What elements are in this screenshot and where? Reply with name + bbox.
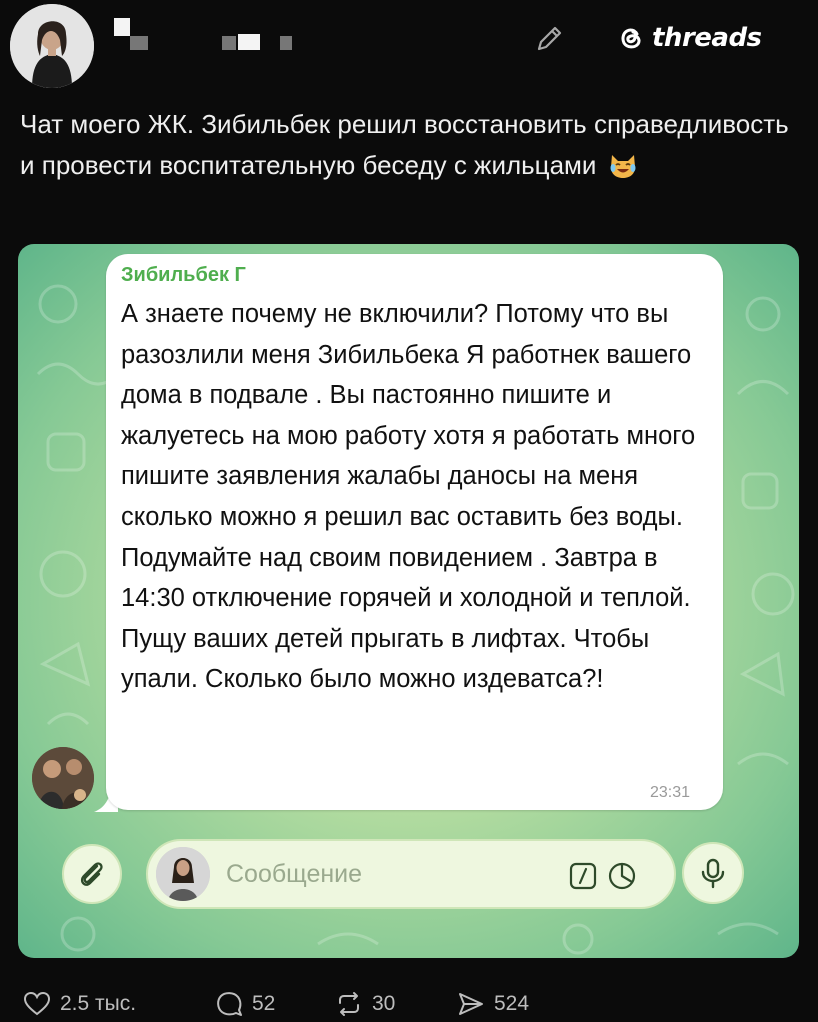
microphone-icon	[701, 858, 725, 889]
microphone-button[interactable]	[682, 842, 744, 904]
comment-count: 52	[252, 992, 276, 1015]
input-placeholder: Сообщение	[226, 860, 363, 888]
share-button[interactable]: 524	[456, 989, 529, 1019]
message-input[interactable]: Сообщение	[146, 839, 676, 909]
self-avatar[interactable]	[156, 847, 210, 901]
repost-button[interactable]: 30	[334, 989, 395, 1019]
paperclip-icon	[80, 862, 103, 886]
edit-icon[interactable]	[532, 22, 566, 56]
caption-text: Чат моего ЖК. Зибильбек решил восстанови…	[20, 109, 789, 180]
post-actions: 2.5 тыс. 52 30 524	[0, 985, 818, 1022]
crying-laughing-cat-emoji	[610, 155, 636, 178]
threads-logo[interactable]: threads	[616, 20, 762, 56]
comment-button[interactable]: 52	[214, 989, 275, 1019]
redacted-username	[280, 36, 292, 50]
sender-avatar[interactable]	[32, 747, 94, 809]
threads-at-icon	[621, 28, 641, 49]
redacted-username	[130, 36, 148, 50]
timer-icon[interactable]	[606, 860, 638, 892]
share-count: 524	[494, 992, 530, 1015]
repost-icon	[339, 992, 359, 1016]
like-count: 2.5 тыс.	[60, 992, 137, 1015]
chat-screenshot: Зибильбек Г А знаете почему не включили?…	[18, 244, 799, 958]
brand-name: threads	[652, 23, 762, 53]
comment-icon	[217, 992, 242, 1016]
redacted-username	[238, 34, 260, 50]
redacted-username	[222, 36, 236, 50]
attach-button[interactable]	[62, 844, 122, 904]
send-icon	[459, 993, 483, 1015]
message-text: А знаете почему не включили? Потому что …	[121, 300, 696, 694]
command-icon[interactable]	[568, 861, 598, 891]
author-avatar[interactable]	[10, 4, 94, 88]
post-header: threads	[0, 0, 818, 90]
post-caption: Чат моего ЖК. Зибильбек решил восстанови…	[20, 104, 805, 186]
repost-count: 30	[372, 992, 396, 1015]
threads-post: threads Чат моего ЖК. Зибильбек решил во…	[0, 0, 818, 1022]
redacted-username	[114, 18, 130, 36]
message-time: 23:31	[650, 784, 691, 801]
sender-name[interactable]: Зибильбек Г	[121, 264, 246, 287]
heart-icon	[23, 991, 51, 1016]
like-button[interactable]: 2.5 тыс.	[22, 989, 136, 1019]
